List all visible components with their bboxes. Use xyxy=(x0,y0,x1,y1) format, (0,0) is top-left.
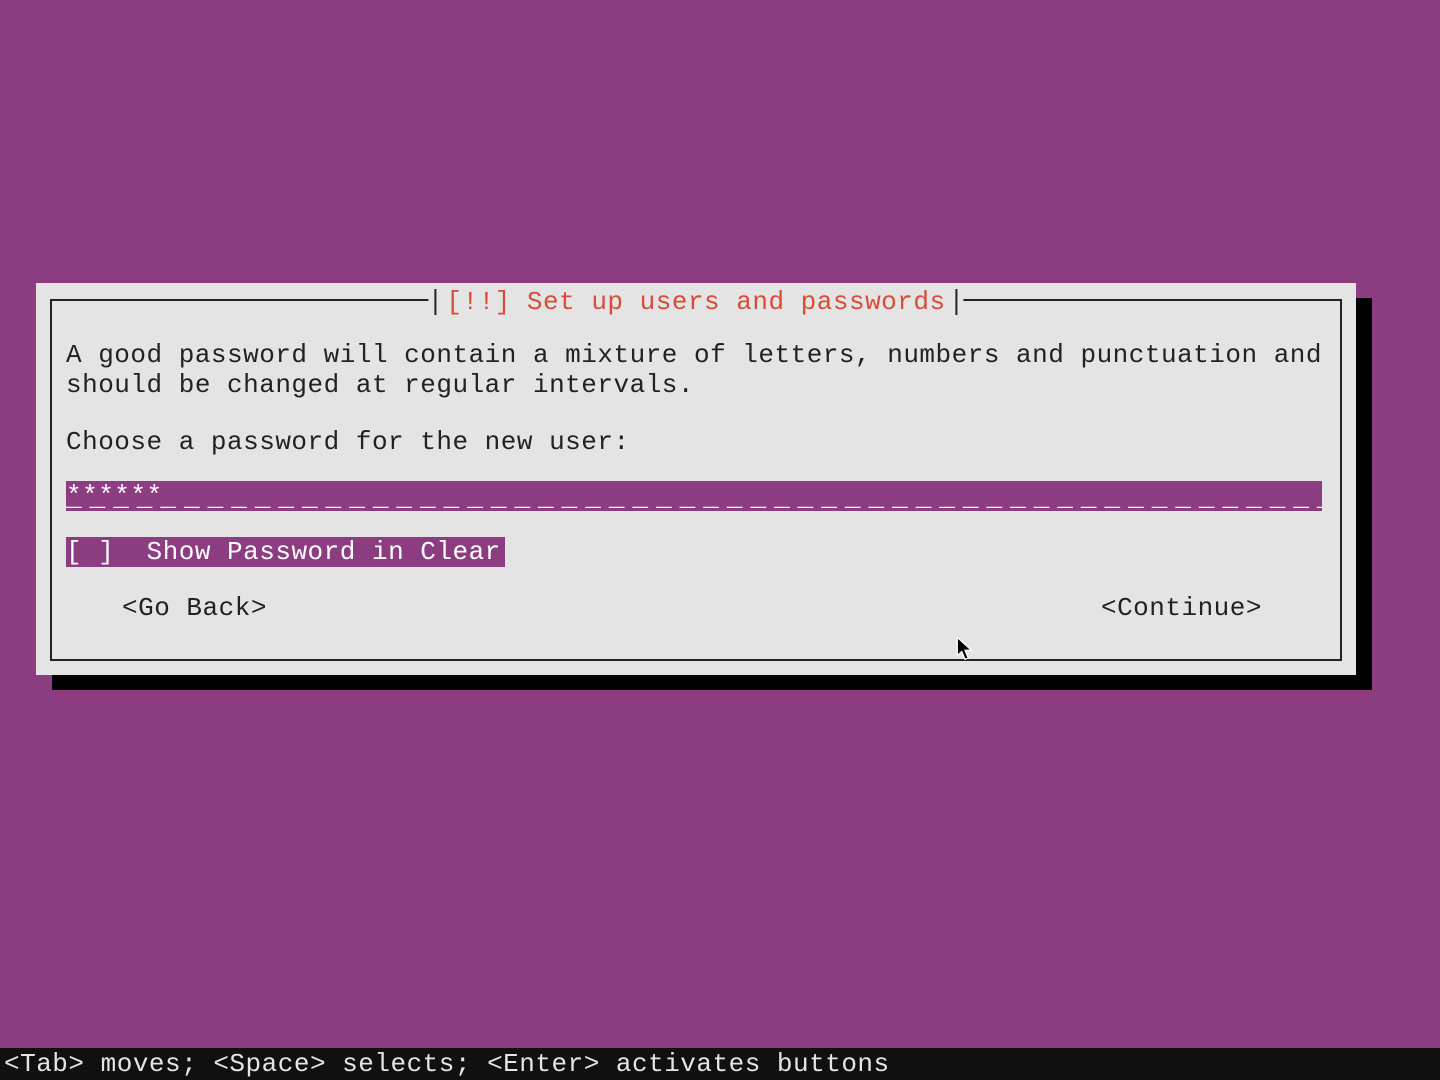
password-input[interactable]: ________________________________________… xyxy=(66,481,1322,511)
password-fill: ________________________________________… xyxy=(66,481,1322,511)
password-description: A good password will contain a mixture o… xyxy=(66,341,1326,401)
button-row: <Go Back> <Continue> xyxy=(122,593,1262,623)
checkbox-state: [ ] xyxy=(66,537,114,567)
password-value: ****** xyxy=(66,481,163,511)
show-password-checkbox[interactable]: [ ] Show Password in Clear xyxy=(66,537,505,567)
password-prompt: Choose a password for the new user: xyxy=(66,427,1326,457)
checkbox-label: Show Password in Clear xyxy=(147,537,501,567)
title-stub-right xyxy=(956,289,958,315)
go-back-button[interactable]: <Go Back> xyxy=(122,593,267,623)
dialog-content: A good password will contain a mixture o… xyxy=(66,341,1326,623)
installer-dialog: [!!] Set up users and passwords A good p… xyxy=(36,283,1356,675)
dialog-title: [!!] Set up users and passwords xyxy=(428,287,963,317)
dialog-title-text: [!!] Set up users and passwords xyxy=(436,287,955,317)
continue-button[interactable]: <Continue> xyxy=(1101,593,1262,623)
footer-help-text: <Tab> moves; <Space> selects; <Enter> ac… xyxy=(0,1048,1440,1080)
